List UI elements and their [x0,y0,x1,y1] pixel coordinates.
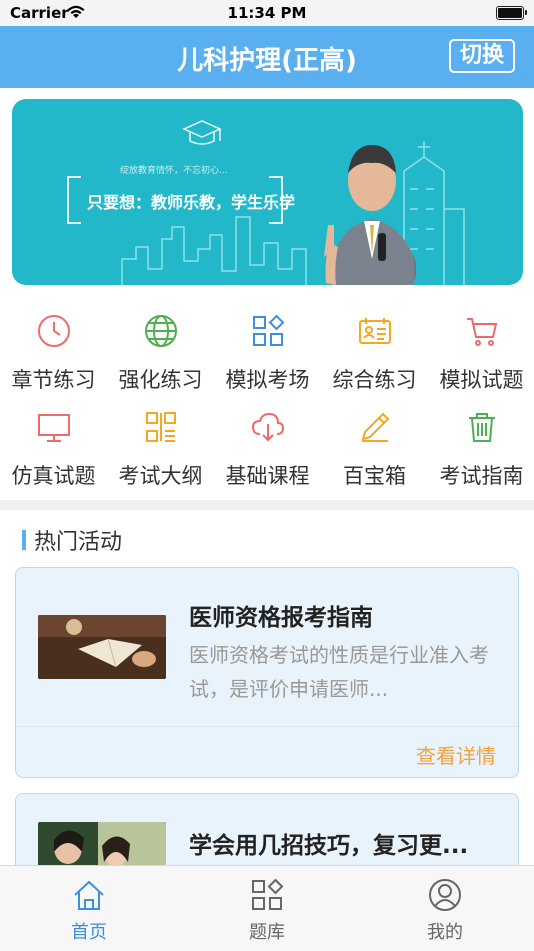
tab-label: 首页 [71,922,107,943]
activity-card[interactable]: 医师资格报考指南 医师资格考试的性质是行业准入考试，是评价申请医师... 查看详… [15,567,519,778]
menu-item-label: 模拟试题 [439,368,524,392]
tab-home[interactable]: 首页 [0,866,178,951]
motto-bracket-left [67,176,81,224]
id-card-icon [359,318,391,344]
battery-icon [496,6,527,20]
tab-label: 题库 [249,922,285,943]
menu-item-comprehensive-practice[interactable]: 综合练习 [321,308,428,404]
view-details-link[interactable]: 查看详情 [416,740,496,769]
menu-item-treasure-box[interactable]: 百宝箱 [321,404,428,500]
menu-item-label: 仿真试题 [11,464,96,488]
graduation-cap-icon [182,120,222,145]
menu-item-label: 模拟考场 [225,368,310,392]
clock-label: 11:34 PM [227,4,307,22]
menu-item-label: 考试大纲 [118,464,203,488]
grid-icon [253,314,285,346]
menu-item-label: 综合练习 [332,368,417,392]
card-description: 医师资格考试的性质是行业准入考试，是评价申请医师... [189,643,489,701]
menu-item-label: 强化练习 [118,368,203,392]
card-title: 医师资格报考指南 [189,605,373,631]
user-icon [429,879,461,911]
menu-item-simulation-questions[interactable]: 仿真试题 [0,404,107,500]
tab-bar: 首页 题库 我的 [0,865,534,951]
menu-item-chapter-practice[interactable]: 章节练习 [0,308,107,404]
menu-item-basic-courses[interactable]: 基础课程 [214,404,321,500]
nav-bar: 儿科护理(正高) 切换 [0,26,534,88]
pencil-icon [361,412,390,442]
card-thumbnail [38,615,166,679]
menu-item-label: 章节练习 [11,368,96,392]
banner-subtitle: 绽放教育情怀，不忘初心... [120,166,228,176]
qr-code-icon [146,412,176,442]
cloud-download-icon [251,412,285,442]
tab-question-bank[interactable]: 题库 [178,866,356,951]
clock-icon [38,315,70,347]
menu-item-label: 百宝箱 [343,464,406,488]
menu-item-exam-guide[interactable]: 考试指南 [428,404,534,500]
menu-item-label: 基础课程 [225,464,310,488]
tab-label: 我的 [427,922,463,943]
tab-profile[interactable]: 我的 [356,866,534,951]
status-bar: Carrier 11:34 PM [0,0,534,26]
grid-icon [252,878,284,910]
menu-item-label: 考试指南 [439,464,524,488]
globe-icon [145,315,177,347]
card-title: 学会用几招技巧，复习更... [189,833,469,859]
card-divider [16,726,518,727]
monitor-icon [38,414,70,442]
menu-item-exam-outline[interactable]: 考试大纲 [107,404,214,500]
menu-item-intensive-practice[interactable]: 强化练习 [107,308,214,404]
menu-item-mock-questions[interactable]: 模拟试题 [428,308,534,404]
cart-icon [467,318,498,346]
section-divider [0,500,534,510]
switch-button[interactable]: 切换 [449,39,515,73]
book-photo [38,615,166,679]
menu-item-mock-exam[interactable]: 模拟考场 [214,308,321,404]
trash-icon [469,413,495,442]
promo-banner[interactable]: 绽放教育情怀，不忘初心... 只要想：教师乐教，学生乐学 [12,99,523,285]
banner-motto: 只要想：教师乐教，学生乐学 [87,193,296,212]
home-icon [74,880,104,910]
teacher-figure [324,145,416,285]
section-title: 热门活动 [22,524,122,556]
